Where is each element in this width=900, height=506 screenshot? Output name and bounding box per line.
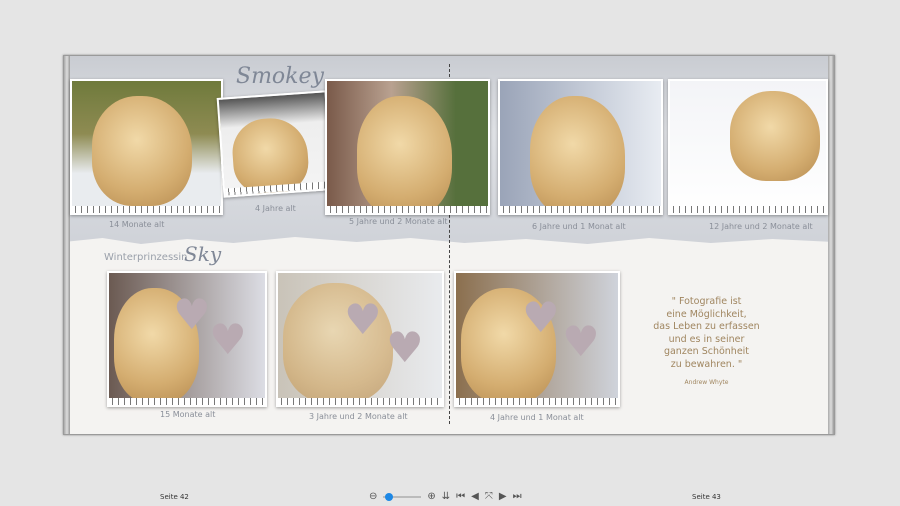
caption: 12 Jahre und 2 Monate alt: [709, 222, 813, 231]
zoom-slider-handle[interactable]: [385, 492, 394, 501]
photo-6[interactable]: ♥ ♥: [107, 271, 267, 407]
next-page-icon[interactable]: ▶: [499, 491, 507, 502]
quote-line: " Fotografie ist: [671, 296, 742, 307]
caption: 5 Jahre und 2 Monate alt: [349, 217, 448, 226]
heart-icon: ♥: [344, 295, 382, 344]
photo-4[interactable]: [498, 79, 663, 215]
heart-icon: ♥: [386, 323, 424, 372]
fit-icon[interactable]: ⤧: [485, 491, 493, 502]
add-page-icon[interactable]: ⇊: [442, 491, 450, 502]
caption: 4 Jahre alt: [255, 204, 296, 213]
right-edge: [828, 56, 834, 434]
photo-book-spread: Smokey 14 Monate alt 4 Jahre alt 5 Jahre…: [63, 55, 835, 435]
photo-8[interactable]: ♥ ♥: [454, 271, 620, 407]
quote-line: und es in seiner: [668, 333, 745, 345]
quote-text: " Fotografie ist eine Möglichkeit, das L…: [629, 296, 784, 390]
quote-line: ganzen Schönheit: [663, 346, 750, 357]
caption: 3 Jahre und 2 Monate alt: [309, 412, 408, 421]
heart-icon: ♥: [209, 315, 247, 364]
photo-5[interactable]: [668, 79, 828, 215]
photo-7[interactable]: ♥ ♥: [276, 271, 444, 407]
navigation-toolbar: ⊖ ⊕ ⇊ ⏮ ◀ ⤧ ▶ ⏭: [369, 491, 522, 502]
caption: 4 Jahre und 1 Monat alt: [490, 413, 584, 422]
previous-page-icon[interactable]: ◀: [471, 491, 479, 502]
photo-1[interactable]: [70, 79, 223, 215]
title-winterprinzessin: Winterprinzessin: [104, 252, 188, 263]
photo-2[interactable]: [216, 90, 334, 198]
page-label-right: Seite 43: [692, 493, 721, 501]
title-sky: Sky: [184, 242, 222, 266]
zoom-out-icon[interactable]: ⊖: [369, 491, 377, 502]
heart-icon: ♥: [562, 317, 600, 366]
caption: 6 Jahre und 1 Monat alt: [532, 222, 626, 231]
first-page-icon[interactable]: ⏮: [456, 491, 465, 502]
photo-3[interactable]: [325, 79, 490, 215]
zoom-slider[interactable]: [383, 492, 422, 501]
quote-line: zu bewahren. ": [670, 358, 743, 370]
heart-icon: ♥: [522, 293, 560, 342]
quote-author: Andrew Whyte: [684, 379, 729, 386]
heart-icon: ♥: [173, 290, 211, 339]
title-smokey: Smokey: [236, 64, 324, 89]
zoom-in-icon[interactable]: ⊕: [427, 491, 435, 502]
quote-line: das Leben zu erfassen: [653, 321, 760, 332]
caption: 14 Monate alt: [109, 220, 165, 229]
last-page-icon[interactable]: ⏭: [513, 491, 522, 502]
quote-line: eine Möglichkeit,: [666, 308, 747, 320]
page-label-left: Seite 42: [160, 493, 189, 501]
caption: 15 Monate alt: [160, 410, 216, 419]
